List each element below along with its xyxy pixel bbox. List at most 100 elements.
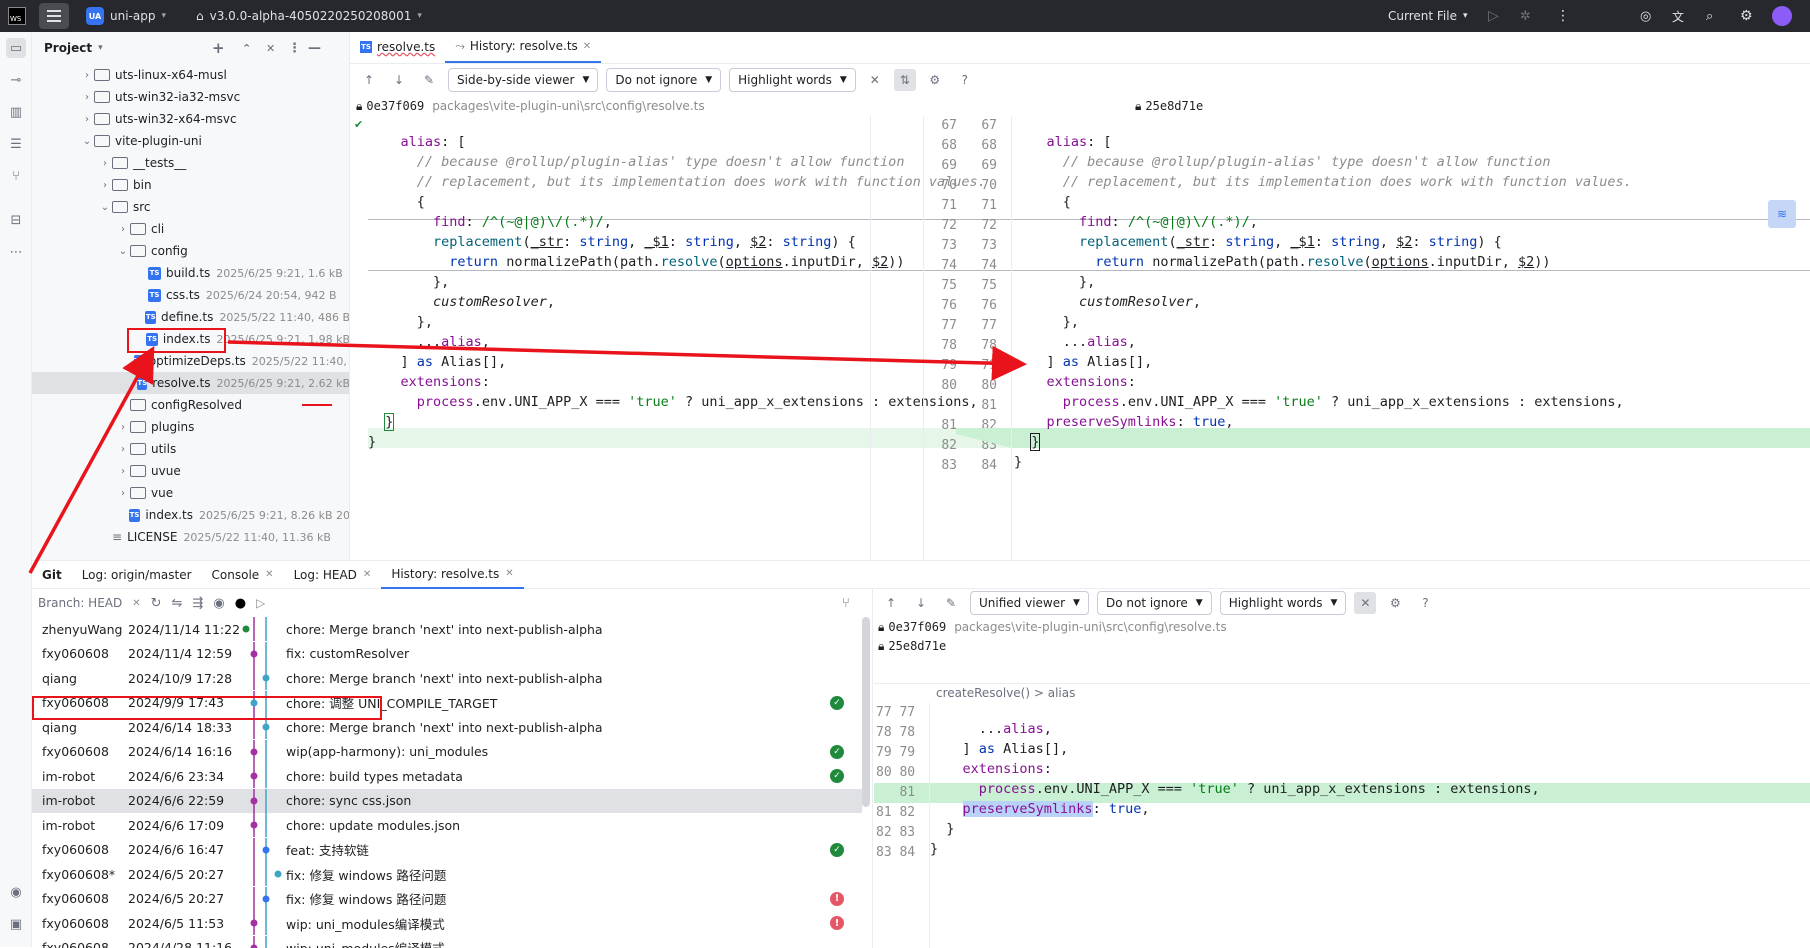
close-icon[interactable]: ✕ [505,568,513,579]
expand-chevron-icon[interactable]: ⌄ [116,246,130,257]
commit-tool-icon[interactable]: ⊸ [6,70,26,90]
chevron-down-icon[interactable]: ▾ [98,43,103,53]
expand-chevron-icon[interactable]: › [80,114,94,125]
edit-icon[interactable]: ✎ [940,592,962,614]
expand-chevron-icon[interactable]: ⌄ [98,202,112,213]
edit-icon[interactable]: ✎ [418,69,440,91]
hide-icon[interactable]: — [308,41,321,56]
check-icon[interactable]: ✓ [830,745,844,759]
branch-selector[interactable]: ⌂ v3.0.0-alpha-4050220250208001 ▾ [196,0,422,32]
arrow-down-icon[interactable]: ↓ [910,592,932,614]
tab-history[interactable]: History: resolve.ts✕ [381,561,523,589]
search-icon[interactable]: ⌕ [1706,0,1713,32]
translate-icon[interactable]: 文 [1672,0,1684,32]
arrow-down-icon[interactable]: ↓ [388,69,410,91]
close-icon[interactable]: ✕ [265,569,273,580]
run-config-selector[interactable]: Current File ▾ [1388,0,1468,32]
commit-row[interactable]: im-robot2024/6/6 22:59chore: sync css.js… [32,789,862,813]
ignore-dropdown[interactable]: Do not ignore▼ [606,68,721,92]
tab-resolve-ts[interactable]: TS resolve.ts [350,31,445,63]
close-icon[interactable]: ✕ [132,598,140,609]
tab-log-origin-master[interactable]: Log: origin/master [72,561,202,589]
commit-row[interactable]: fxy0606082024/6/14 16:16wip(app-harmony)… [32,740,862,764]
services-tool-icon[interactable]: ◉ [6,882,26,902]
breadcrumb[interactable]: createResolve() > alias [936,683,1136,703]
tree-item[interactable]: TScss.ts2025/6/24 20:54, 942 B [32,284,350,306]
expand-chevron-icon[interactable]: › [116,466,130,477]
tab-git[interactable]: Git [32,561,72,589]
ai-icon[interactable]: ≋ [1768,200,1796,228]
commit-row[interactable]: im-robot2024/6/6 17:09chore: update modu… [32,813,862,837]
eye-icon[interactable]: ◉ [213,596,224,611]
sort-icon[interactable]: ⇶ [192,596,203,611]
branch-filter[interactable]: Branch: HEAD [38,596,122,610]
commit-row[interactable]: fxy0606082024/6/5 20:27fix: 修复 windows 路… [32,887,862,911]
more-icon[interactable]: ⋮ [1556,0,1570,32]
tree-item[interactable]: ›utils [32,438,350,460]
arrow-up-icon[interactable]: ↑ [880,592,902,614]
tree-item[interactable]: ⌄vite-plugin-uni [32,130,350,152]
structure-tool-icon[interactable]: ☰ [6,134,26,154]
expand-chevron-icon[interactable]: › [80,70,94,81]
tree-item[interactable]: ›vue [32,482,350,504]
commit-row[interactable]: fxy0606082024/4/28 11:16wip: uni_modules… [32,936,862,948]
tree-item[interactable]: ›uvue [32,460,350,482]
tree-item[interactable]: ≡LICENSE2025/5/22 11:40, 11.36 kB [32,526,350,548]
ignore-dropdown[interactable]: Do not ignore▼ [1097,591,1212,615]
expand-chevron-icon[interactable]: › [116,488,130,499]
tree-item[interactable]: ›cli [32,218,350,240]
branch-icon[interactable]: ⑂ [842,596,850,611]
help-icon[interactable]: ? [1414,592,1436,614]
tab-history-resolve-ts[interactable]: ⤳ History: resolve.ts ✕ [445,31,601,63]
check-icon[interactable]: ✓ [830,769,844,783]
tree-item[interactable]: ›plugins [32,416,350,438]
ai-assistant-icon[interactable]: ◎ [1640,0,1651,32]
expand-chevron-icon[interactable]: › [80,92,94,103]
analysis-tool-icon[interactable]: ▥ [6,102,26,122]
arrow-up-icon[interactable]: ↑ [358,69,380,91]
ide-logo[interactable]: WS [0,0,34,32]
error-icon[interactable]: ! [830,892,844,906]
check-icon[interactable]: ✓ [830,843,844,857]
tree-item[interactable]: TSresolve.ts2025/6/25 9:21, 2.62 kB [32,372,350,394]
more-tools-icon[interactable]: ⋯ [6,242,26,262]
tree-item[interactable]: ›uts-linux-x64-musl [32,64,350,86]
log-scrollbar[interactable] [862,617,870,807]
expand-chevron-icon[interactable]: › [116,444,130,455]
viewer-dropdown[interactable]: Side-by-side viewer▼ [448,68,598,92]
github-icon[interactable]: ● [235,596,246,611]
refresh-icon[interactable]: ↻ [151,596,162,611]
tab-console[interactable]: Console✕ [202,561,284,589]
terminal-tool-icon[interactable]: ▣ [6,914,26,934]
expand-chevron-icon[interactable]: › [98,180,112,191]
tree-item[interactable]: ⌄config [32,240,350,262]
collapse-all-icon[interactable]: ✕ [266,42,275,55]
highlight-dropdown[interactable]: Highlight words▼ [1220,591,1347,615]
project-tool-icon[interactable]: ▭ [6,38,26,58]
highlight-dropdown[interactable]: Highlight words▼ [729,68,856,92]
expand-chevron-icon[interactable]: › [116,400,130,411]
collapse-unchanged-icon[interactable]: ✕ [864,69,886,91]
expand-chevron-icon[interactable]: › [98,158,112,169]
check-icon[interactable]: ✓ [830,696,844,710]
settings-icon[interactable]: ⚙ [924,69,946,91]
commit-row[interactable]: fxy0606082024/6/6 16:47feat: 支持软链✓ [32,838,862,862]
unified-viewer-dropdown[interactable]: Unified viewer▼ [970,591,1089,615]
commit-row[interactable]: fxy060608*2024/6/5 20:27fix: 修复 windows … [32,862,862,886]
error-icon[interactable]: ! [830,916,844,930]
commit-row[interactable]: qiang2024/10/9 17:28chore: Merge branch … [32,666,862,690]
tree-item[interactable]: ›__tests__ [32,152,350,174]
unified-diff-pane[interactable]: 77 7778 7879 7980 80 8181 8282 8383 84 .… [874,703,1810,948]
expand-chevron-icon[interactable]: › [116,422,130,433]
close-icon[interactable]: ✕ [583,41,591,52]
run-icon[interactable]: ▷ [1488,0,1499,32]
tree-item[interactable]: TSoptimizeDeps.ts2025/5/22 11:40, 2.1 kB [32,350,350,372]
collapse-unchanged-icon[interactable]: ✕ [1354,592,1376,614]
options-icon[interactable]: ⋮ [288,41,301,56]
tree-item[interactable]: ⌄src [32,196,350,218]
tree-item[interactable]: TSdefine.ts2025/5/22 11:40, 486 B [32,306,350,328]
bookmarks-tool-icon[interactable]: ⊟ [6,210,26,230]
tree-item[interactable]: ›bin [32,174,350,196]
commit-row[interactable]: im-robot2024/6/6 23:34chore: build types… [32,764,862,788]
debug-icon[interactable]: ✲ [1520,0,1531,32]
